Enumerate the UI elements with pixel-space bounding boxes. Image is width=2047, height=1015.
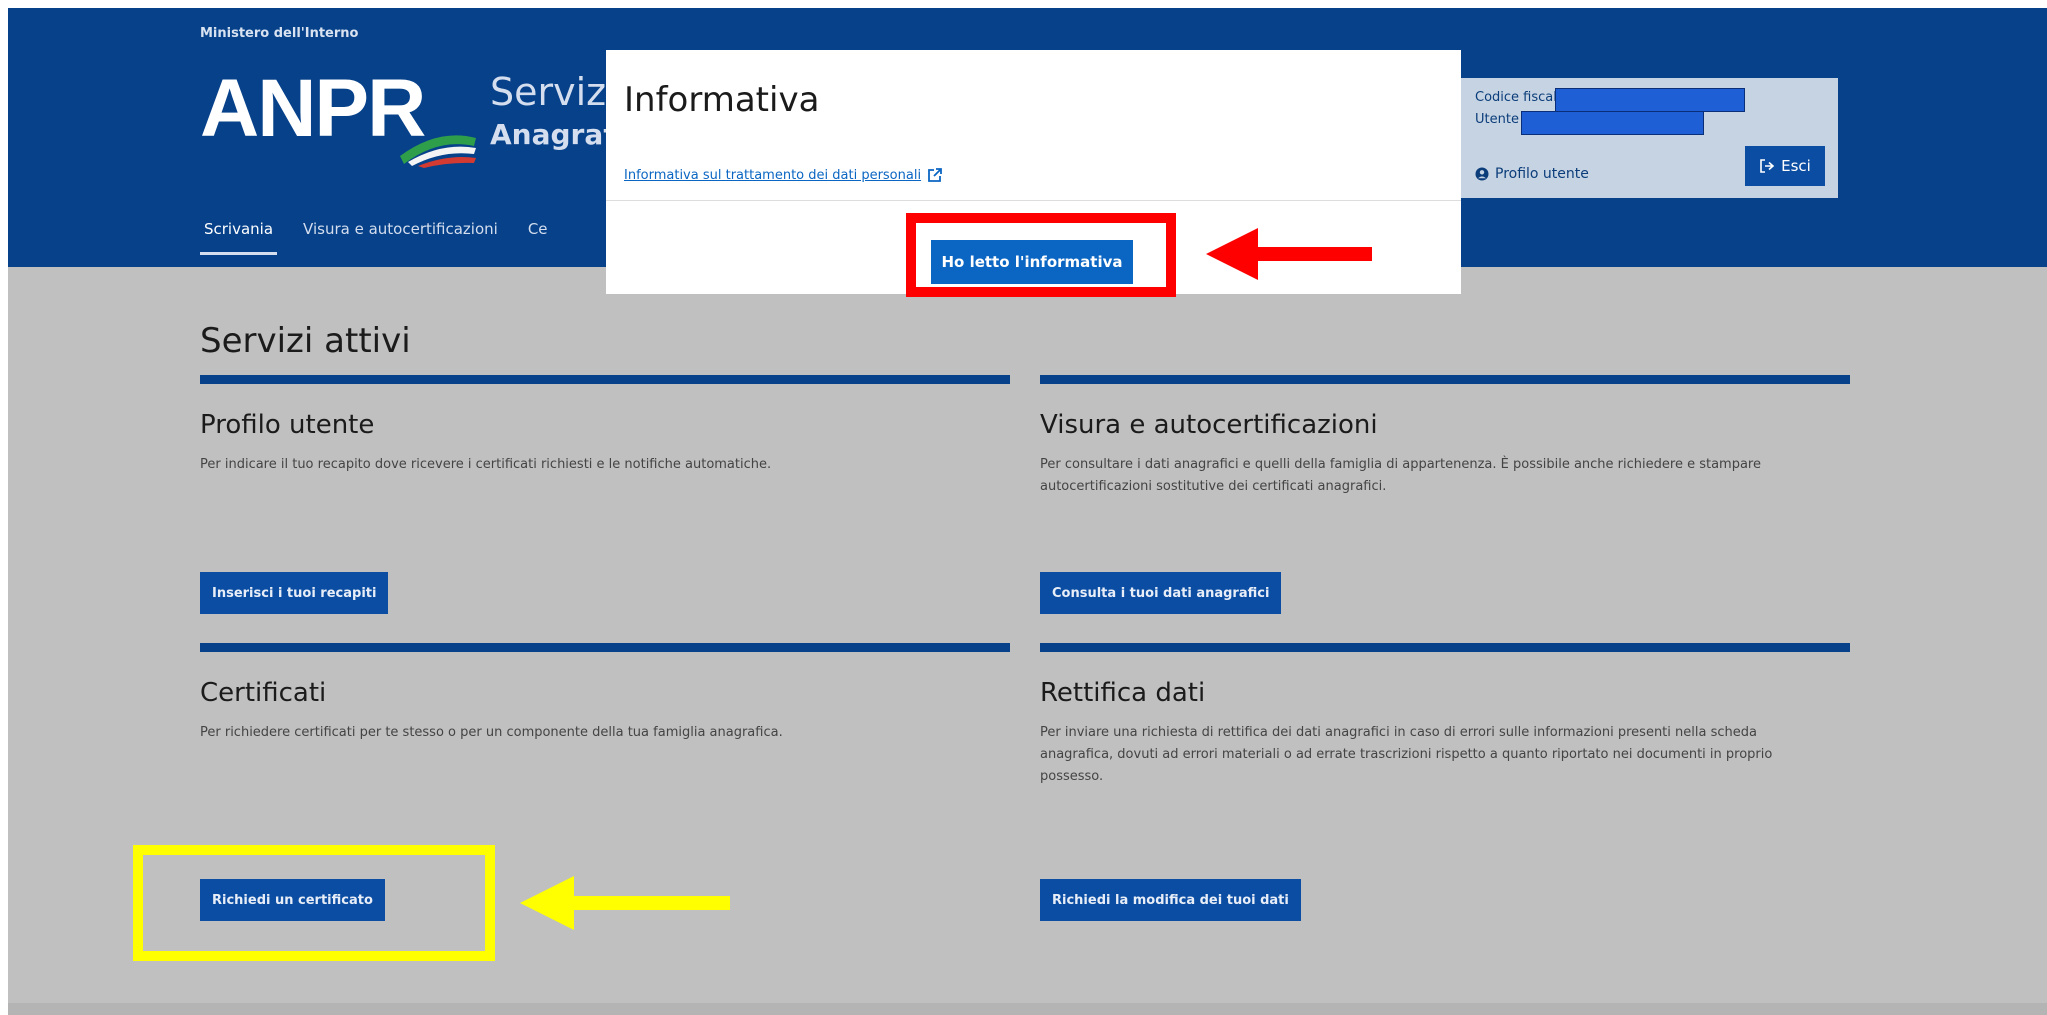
privacy-policy-link[interactable]: Informativa sul trattamento dei dati per… bbox=[624, 167, 943, 183]
codice-fiscale-label: Codice fiscale bbox=[1475, 90, 1565, 105]
card-title: Certificati bbox=[200, 678, 327, 708]
modal-divider bbox=[606, 200, 1461, 201]
logo-text: ANPR bbox=[200, 63, 426, 154]
nav-tab-scrivania[interactable]: Scrivania bbox=[200, 220, 278, 255]
footer-strip bbox=[8, 1003, 2047, 1015]
nav-tab-certificati[interactable]: Ce bbox=[524, 220, 552, 255]
exit-button-label: Esci bbox=[1781, 157, 1811, 175]
utente-label: Utente bbox=[1475, 112, 1519, 127]
card-description: Per richiedere certificati per te stesso… bbox=[200, 725, 783, 740]
card-description: Per indicare il tuo recapito dove riceve… bbox=[200, 457, 772, 472]
modal-title: Informativa bbox=[624, 80, 820, 120]
card-top-bar bbox=[200, 375, 1010, 384]
red-highlight-box bbox=[906, 213, 1176, 297]
consulta-dati-button[interactable]: Consulta i tuoi dati anagrafici bbox=[1040, 572, 1282, 614]
richiedi-modifica-button[interactable]: Richiedi la modifica dei tuoi dati bbox=[1040, 879, 1301, 921]
inserisci-recapiti-button[interactable]: Inserisci i tuoi recapiti bbox=[200, 572, 389, 614]
exit-button[interactable]: Esci bbox=[1745, 146, 1825, 186]
card-title: Rettifica dati bbox=[1040, 678, 1206, 708]
app-window: Ministero dell'Interno ANPR Serviz Anagr… bbox=[8, 8, 2047, 1015]
main-nav: Scrivania Visura e autocertificazioni Ce bbox=[200, 220, 552, 255]
logo-flag-swoosh-icon bbox=[400, 135, 476, 168]
user-info-box: Codice fiscale Utente Profilo utente Esc… bbox=[1453, 78, 1838, 198]
card-rettifica: Rettifica dati Per inviare una richiesta… bbox=[1040, 643, 1850, 788]
user-circle-icon bbox=[1475, 167, 1489, 181]
card-top-bar bbox=[200, 643, 1010, 652]
service-subtitle: Anagraf bbox=[490, 118, 616, 151]
card-description: Per inviare una richiesta di rettifica d… bbox=[1040, 725, 1773, 784]
service-title: Serviz bbox=[490, 70, 607, 114]
yellow-highlight-box bbox=[133, 845, 495, 961]
external-link-icon bbox=[928, 168, 942, 182]
card-title: Profilo utente bbox=[200, 410, 375, 440]
card-top-bar bbox=[1040, 375, 1850, 384]
card-top-bar bbox=[1040, 643, 1850, 652]
ministry-label: Ministero dell'Interno bbox=[200, 26, 359, 41]
yellow-arrow-icon bbox=[520, 876, 730, 930]
codice-fiscale-redacted bbox=[1555, 88, 1745, 112]
utente-redacted bbox=[1521, 111, 1704, 135]
card-title: Visura e autocertificazioni bbox=[1040, 410, 1378, 440]
profile-link[interactable]: Profilo utente bbox=[1475, 166, 1589, 182]
privacy-policy-link-label: Informativa sul trattamento dei dati per… bbox=[624, 167, 922, 183]
nav-tab-visura[interactable]: Visura e autocertificazioni bbox=[299, 220, 502, 255]
card-description: Per consultare i dati anagrafici e quell… bbox=[1040, 457, 1761, 494]
card-profilo-utente: Profilo utente Per indicare il tuo recap… bbox=[200, 375, 1010, 476]
card-certificati: Certificati Per richiedere certificati p… bbox=[200, 643, 1010, 744]
page-title: Servizi attivi bbox=[200, 321, 411, 361]
sign-out-icon bbox=[1760, 159, 1775, 173]
profile-link-label: Profilo utente bbox=[1495, 166, 1589, 182]
card-visura: Visura e autocertificazioni Per consulta… bbox=[1040, 375, 1850, 498]
red-arrow-icon bbox=[1206, 228, 1372, 280]
